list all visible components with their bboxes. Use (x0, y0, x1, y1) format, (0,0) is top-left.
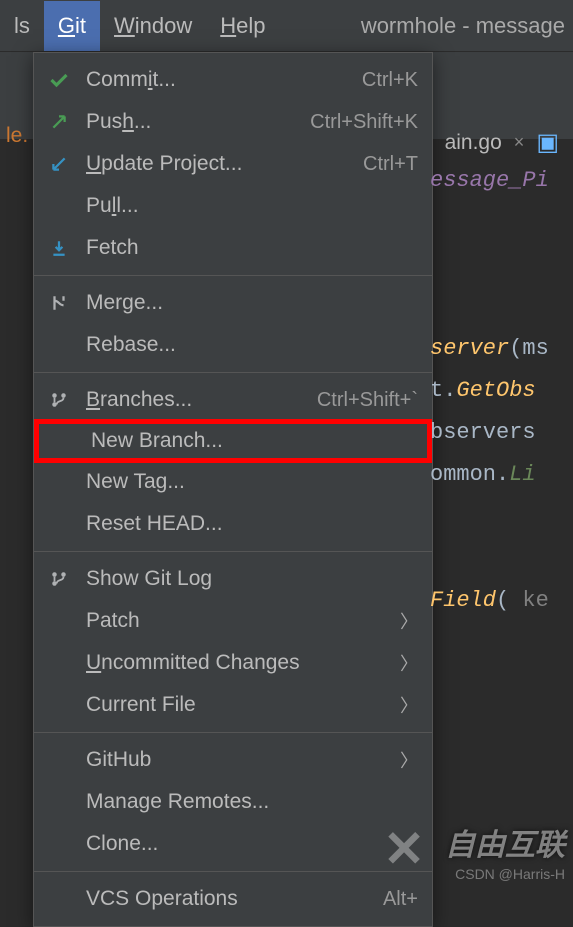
watermark: ✕ 自由互联 CSDN @Harris-H (445, 820, 565, 882)
menu-shortcut: Ctrl+Shift+` (317, 389, 418, 412)
branch-icon (46, 387, 72, 413)
blank-icon (46, 692, 72, 718)
menu-item-uncommitted-changes[interactable]: Uncommitted Changes 〉 (34, 642, 432, 684)
menu-item-pull[interactable]: Pull... (34, 185, 432, 227)
menu-item-commit[interactable]: Commit...Ctrl+K (34, 59, 432, 101)
menu-item-new-tag[interactable]: New Tag... (34, 461, 432, 503)
menu-item-label: Rebase... (86, 333, 418, 357)
code-line (430, 538, 573, 580)
menu-item-new-branch[interactable]: New Branch... (34, 419, 432, 463)
blank-icon (51, 428, 77, 454)
menu-item-label: Reset HEAD... (86, 512, 418, 536)
branch-icon (46, 566, 72, 592)
code-line (430, 286, 573, 328)
menu-item-current-file[interactable]: Current File 〉 (34, 684, 432, 726)
merge-icon (46, 290, 72, 316)
menu-item-update-project[interactable]: Update Project...Ctrl+T (34, 143, 432, 185)
menu-item-label: Commit... (86, 68, 362, 92)
menu-item-label: Patch (86, 609, 392, 633)
chevron-right-icon: 〉 (400, 650, 418, 676)
blank-icon (46, 193, 72, 219)
menu-item-label: Manage Remotes... (86, 790, 418, 814)
menu-item-label: Clone... (86, 832, 418, 856)
menu-item-label: Update Project... (86, 152, 363, 176)
blank-icon (46, 886, 72, 912)
menu-shortcut: Ctrl+T (363, 153, 418, 176)
watermark-x-icon: ✕ (383, 820, 425, 878)
menu-item-label: Push... (86, 110, 310, 134)
menu-item-patch[interactable]: Patch 〉 (34, 600, 432, 642)
menubar: ls Git Window Help wormhole - message (0, 0, 573, 52)
menu-item-label: Pull... (86, 194, 418, 218)
close-icon[interactable]: × (514, 132, 525, 153)
blank-icon (46, 332, 72, 358)
menu-git[interactable]: Git (44, 1, 100, 51)
menu-item-label: Branches... (86, 388, 317, 412)
code-line: Field( ke (430, 580, 573, 622)
arrow-up-icon (46, 109, 72, 135)
menu-item-rebase[interactable]: Rebase... (34, 324, 432, 366)
blank-icon (46, 650, 72, 676)
menu-item-clone[interactable]: Clone... (34, 823, 432, 865)
menu-separator (34, 732, 432, 733)
menu-tools[interactable]: ls (0, 1, 44, 51)
chevron-right-icon: 〉 (400, 608, 418, 634)
menu-item-label: Fetch (86, 236, 418, 260)
window-title: wormhole - message (361, 13, 573, 39)
code-line (430, 496, 573, 538)
menu-item-reset-head[interactable]: Reset HEAD... (34, 503, 432, 545)
menu-item-label: New Tag... (86, 470, 418, 494)
editor-code: essage_Pi server(mst.GetObsbserversommon… (430, 160, 573, 622)
menu-window[interactable]: Window (100, 1, 206, 51)
chevron-right-icon: 〉 (400, 692, 418, 718)
menu-separator (34, 551, 432, 552)
check-icon (46, 67, 72, 93)
blank-icon (46, 831, 72, 857)
code-line: ommon.Li (430, 454, 573, 496)
menu-help[interactable]: Help (206, 1, 279, 51)
menu-item-merge[interactable]: Merge... (34, 282, 432, 324)
code-line: t.GetObs (430, 370, 573, 412)
watermark-credit: CSDN @Harris-H (445, 866, 565, 882)
menu-item-label: New Branch... (91, 429, 413, 453)
menu-item-label: Uncommitted Changes (86, 651, 392, 675)
menu-item-label: VCS Operations (86, 887, 383, 911)
menu-separator (34, 372, 432, 373)
blank-icon (46, 469, 72, 495)
menu-item-label: GitHub (86, 748, 392, 772)
menu-item-label: Merge... (86, 291, 418, 315)
file-tab-label: ain.go (445, 131, 502, 155)
git-dropdown: Commit...Ctrl+KPush...Ctrl+Shift+KUpdate… (33, 52, 433, 927)
code-line: server(ms (430, 328, 573, 370)
breadcrumb[interactable]: le. (0, 118, 34, 154)
code-line: bservers (430, 412, 573, 454)
blank-icon (46, 608, 72, 634)
menu-item-branches[interactable]: Branches...Ctrl+Shift+` (34, 379, 432, 421)
blank-icon (46, 789, 72, 815)
blank-icon (46, 511, 72, 537)
menu-item-fetch[interactable]: Fetch (34, 227, 432, 269)
menu-shortcut: Ctrl+Shift+K (310, 111, 418, 134)
menu-shortcut: Alt+ (383, 888, 418, 911)
menu-item-manage-remotes[interactable]: Manage Remotes... (34, 781, 432, 823)
menu-separator (34, 871, 432, 872)
code-line: essage_Pi (430, 160, 573, 202)
menu-item-label: Current File (86, 693, 392, 717)
menu-item-label: Show Git Log (86, 567, 418, 591)
file-icon[interactable]: ▣ (536, 128, 559, 157)
code-line (430, 202, 573, 244)
watermark-brand: 自由互联 (445, 820, 565, 864)
menu-shortcut: Ctrl+K (362, 69, 418, 92)
arrow-down-icon (46, 151, 72, 177)
menu-item-push[interactable]: Push...Ctrl+Shift+K (34, 101, 432, 143)
menu-item-show-git-log[interactable]: Show Git Log (34, 558, 432, 600)
blank-icon (46, 747, 72, 773)
chevron-right-icon: 〉 (400, 747, 418, 773)
menu-item-github[interactable]: GitHub 〉 (34, 739, 432, 781)
code-line (430, 244, 573, 286)
fetch-icon (46, 235, 72, 261)
menu-separator (34, 275, 432, 276)
menu-item-vcs-operations[interactable]: VCS OperationsAlt+ (34, 878, 432, 920)
